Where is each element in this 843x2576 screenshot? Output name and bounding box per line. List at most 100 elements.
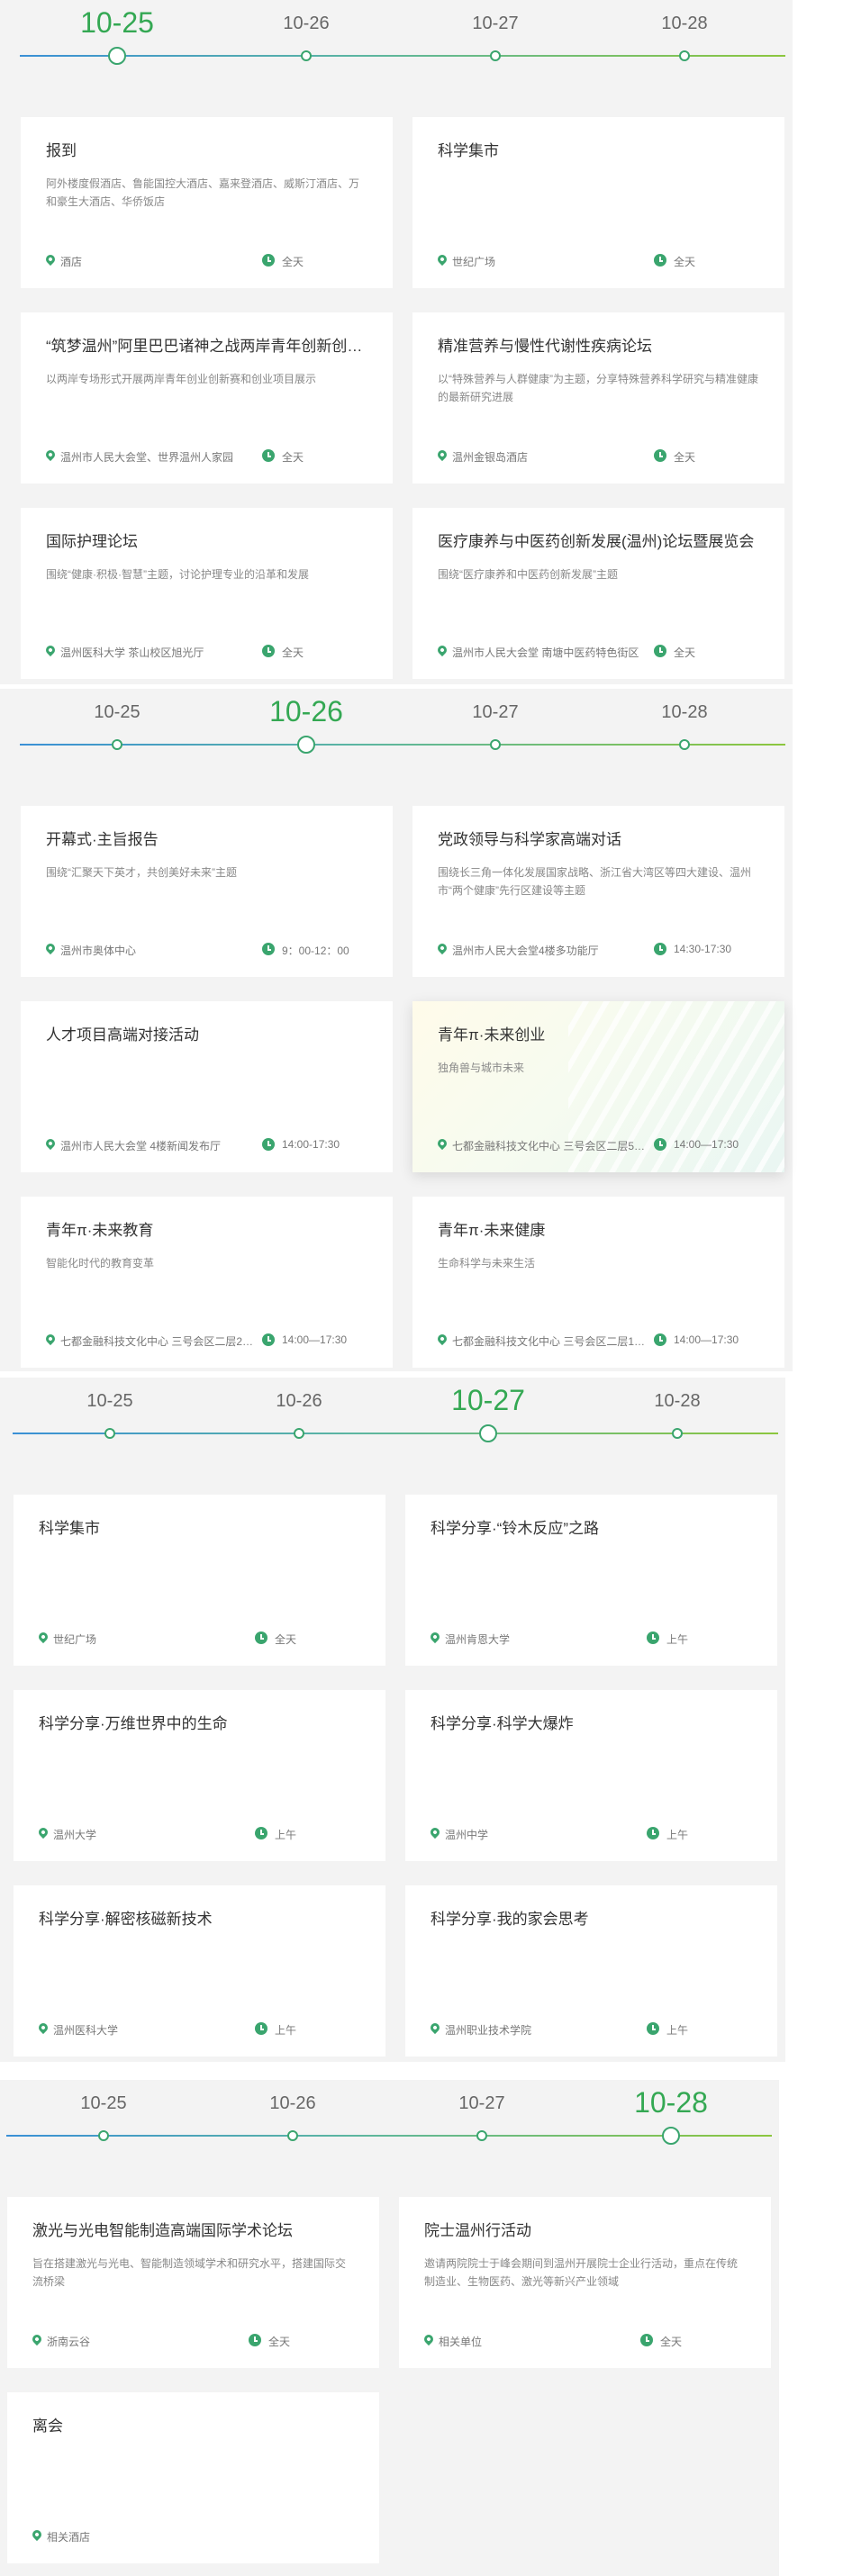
- event-card[interactable]: 科学分享·“铃木反应”之路 温州肯恩大学 上午: [405, 1495, 777, 1666]
- timeline-dot: [490, 739, 501, 750]
- event-title: 青年π·未来教育: [46, 1222, 154, 1239]
- event-card[interactable]: 科学集市 世纪广场 全天: [14, 1495, 385, 1666]
- event-time: 全天: [262, 645, 304, 660]
- event-description: 智能化时代的教育变革: [46, 1257, 155, 1270]
- event-card[interactable]: 科学分享·科学大爆炸 温州中学 上午: [405, 1690, 777, 1861]
- location-pin-icon: [46, 645, 58, 657]
- location-pin-icon: [431, 1631, 442, 1644]
- event-location-text: 温州医科大学: [53, 2024, 119, 2037]
- location-pin-icon: [46, 943, 58, 955]
- event-time-text: 上午: [275, 2024, 297, 2037]
- event-card[interactable]: 科学分享·我的家会思考 温州职业技术学院 上午: [405, 1885, 777, 2056]
- event-meta: 酒店 全天: [46, 254, 375, 268]
- clock-icon: [262, 645, 275, 657]
- event-location: 温州医科大学: [39, 2022, 255, 2038]
- event-card[interactable]: 激光与光电智能制造高端国际学术论坛 旨在搭建激光与光电、智能制造领域学术和研究水平…: [7, 2197, 379, 2368]
- clock-icon: [255, 1827, 267, 1839]
- event-card[interactable]: 医疗康养与中医药创新发展(温州)论坛暨展览会 围绕“医疗康养和中医药创新发展”主题…: [412, 508, 784, 679]
- timeline-date-label: 10-25: [80, 2093, 127, 2113]
- timeline-date-tab[interactable]: 10-27: [425, 1378, 551, 1442]
- timeline-dot: [287, 2130, 298, 2141]
- event-card[interactable]: 精准营养与慢性代谢性疾病论坛 以“特殊营养与人群健康”为主题，分享特殊营养科学研究…: [412, 312, 784, 484]
- clock-icon: [255, 1631, 267, 1644]
- timeline-dot: [294, 1428, 304, 1439]
- event-meta: 温州市人民大会堂 4楼新闻发布厅 14:00-17:30: [46, 1138, 375, 1152]
- timeline-line: [13, 1433, 778, 1434]
- event-location: 七都金融科技文化中心 三号会区二层5号会议室: [438, 1138, 654, 1153]
- event-time-text: 9：00-12：00: [282, 945, 349, 957]
- clock-icon: [647, 1631, 659, 1644]
- event-description: 以“特殊营养与人群健康”为主题，分享特殊营养科学研究与精准健康的最新研究进展: [438, 373, 758, 403]
- event-title: 科学集市: [438, 142, 499, 159]
- event-location: 世纪广场: [39, 1631, 255, 1647]
- timeline-date-label: 10-25: [80, 6, 154, 39]
- event-meta: 世纪广场 全天: [438, 254, 766, 268]
- event-location: 温州市人民大会堂 4楼新闻发布厅: [46, 1138, 262, 1153]
- timeline-date-tab[interactable]: 10-26: [243, 0, 369, 61]
- event-meta: 温州医科大学 上午: [39, 2022, 367, 2037]
- event-title: 科学集市: [39, 1520, 100, 1537]
- timeline-date-tab[interactable]: 10-27: [432, 0, 558, 61]
- event-card[interactable]: 人才项目高端对接活动 温州市人民大会堂 4楼新闻发布厅 14:00-17:30: [21, 1001, 393, 1172]
- event-card[interactable]: 党政领导与科学家高端对话 围绕长三角一体化发展国家战略、浙江省大湾区等四大建设、温…: [412, 806, 784, 977]
- event-card[interactable]: 国际护理论坛 围绕“健康·积极·智慧”主题，讨论护理专业的沿革和发展 温州医科大学 …: [21, 508, 393, 679]
- event-time: 全天: [262, 254, 304, 269]
- event-location-text: 温州市人民大会堂 南塘中医药特色街区: [452, 646, 639, 659]
- clock-icon: [647, 2022, 659, 2035]
- event-title: 青年π·未来健康: [438, 1222, 546, 1239]
- timeline-date-label: 10-28: [634, 2086, 708, 2119]
- timeline-date-tab[interactable]: 10-28: [608, 2080, 734, 2145]
- event-description: 围绕长三角一体化发展国家战略、浙江省大湾区等四大建设、温州市“两个健康”先行区建…: [438, 866, 752, 897]
- event-location: 温州市人民大会堂、世界温州人家园: [46, 449, 262, 465]
- timeline-date-tab[interactable]: 10-25: [54, 689, 180, 750]
- event-time-text: 上午: [666, 1633, 689, 1646]
- timeline-dot: [297, 736, 315, 754]
- location-pin-icon: [32, 2529, 44, 2542]
- event-card[interactable]: “筑梦温州”阿里巴巴诸神之战两岸青年创新创业大赛 以两岸专场形式开展两岸青年创业创…: [21, 312, 393, 484]
- event-time: 全天: [249, 2334, 290, 2349]
- clock-icon: [654, 943, 666, 955]
- timeline-date-tab[interactable]: 10-28: [614, 1378, 740, 1439]
- clock-icon: [647, 1827, 659, 1839]
- event-card[interactable]: 科学集市世纪广场 全天: [412, 117, 784, 288]
- event-location-text: 相关单位: [439, 2336, 483, 2348]
- date-timeline: 10-25 10-26 10-27 10-28: [0, 1378, 785, 1477]
- timeline-date-tab[interactable]: 10-26: [236, 1378, 362, 1439]
- event-meta: 温州医科大学 茶山校区旭光厅 全天: [46, 645, 375, 659]
- timeline-line: [6, 2135, 772, 2137]
- event-time-text: 全天: [674, 256, 696, 268]
- timeline-date-tab[interactable]: 10-27: [432, 689, 558, 750]
- event-card[interactable]: 科学分享·万维世界中的生命 温州大学 上午: [14, 1690, 385, 1861]
- clock-icon: [654, 1333, 666, 1346]
- location-pin-icon: [39, 1827, 50, 1839]
- event-time: 14:30-17:30: [654, 943, 731, 955]
- event-card[interactable]: 开幕式·主旨报告 围绕“汇聚天下英才，共创美好未来”主题 温州市奥体中心 9：00-1…: [21, 806, 393, 977]
- event-location: 相关单位: [424, 2334, 640, 2349]
- timeline-date-tab[interactable]: 10-25: [54, 0, 180, 65]
- event-card[interactable]: 离会 相关酒店: [7, 2392, 379, 2563]
- event-time-text: 全天: [674, 451, 696, 464]
- event-meta: 温州大学 上午: [39, 1827, 367, 1841]
- timeline-date-tab[interactable]: 10-25: [47, 1378, 173, 1439]
- clock-icon: [262, 1138, 275, 1151]
- timeline-date-tab[interactable]: 10-25: [41, 2080, 167, 2141]
- timeline-date-tab[interactable]: 10-28: [621, 0, 748, 61]
- day-section: 10-25 10-26 10-27 10-28 报到 阿外楼度假酒店、鲁能国控大酒店、嘉来…: [0, 0, 793, 684]
- event-card[interactable]: 院士温州行活动 邀请两院院士于峰会期间到温州开展院士企业行活动，重点在传统制造业、…: [399, 2197, 771, 2368]
- timeline-date-label: 10-27: [458, 2093, 505, 2113]
- event-card[interactable]: 青年π·未来创业独角兽与城市未来七都金融科技文化中心 三号会区二层5号会议室 14…: [412, 1001, 784, 1172]
- clock-icon: [255, 2022, 267, 2035]
- timeline-date-tab[interactable]: 10-26: [230, 2080, 356, 2141]
- event-time-text: 全天: [282, 256, 304, 268]
- timeline-date-tab[interactable]: 10-28: [621, 689, 748, 750]
- timeline-date-tab[interactable]: 10-26: [243, 689, 369, 754]
- event-description: 以两岸专场形式开展两岸青年创业创新赛和创业项目展示: [46, 373, 317, 385]
- clock-icon: [262, 449, 275, 462]
- event-card[interactable]: 报到 阿外楼度假酒店、鲁能国控大酒店、嘉来登酒店、威斯汀酒店、万和豪生大酒店、华侨…: [21, 117, 393, 288]
- event-time: 上午: [647, 1631, 688, 1647]
- event-card[interactable]: 青年π·未来教育智能化时代的教育变革七都金融科技文化中心 三号会区二层2号会议室…: [21, 1197, 393, 1368]
- timeline-date-tab[interactable]: 10-27: [419, 2080, 545, 2141]
- event-card[interactable]: 科学分享·解密核磁新技术 温州医科大学 上午: [14, 1885, 385, 2056]
- date-timeline: 10-25 10-26 10-27 10-28: [0, 2080, 779, 2179]
- event-card[interactable]: 青年π·未来健康生命科学与未来生活七都金融科技文化中心 三号会区二层1号会议室 1…: [412, 1197, 784, 1368]
